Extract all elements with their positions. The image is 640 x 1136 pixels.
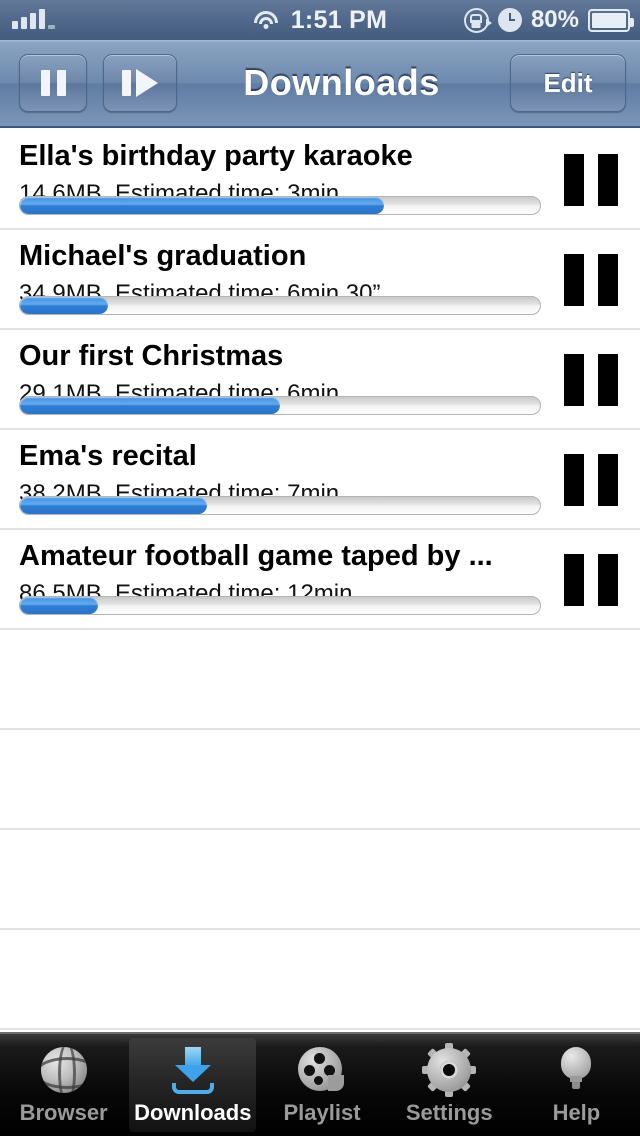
progress-bar [19, 396, 541, 415]
app-screen: 1:51 PM 80% Downloads Edit Ella's birthd… [0, 0, 640, 1136]
pause-icon[interactable] [564, 154, 618, 206]
download-title: Our first Christmas [19, 340, 284, 371]
progress-bar [19, 196, 541, 215]
empty-row [0, 630, 640, 730]
empty-row [0, 830, 640, 930]
status-bar-clock: 1:51 PM [290, 5, 388, 34]
tab-bar: Browser Downloads Playlist Settings Help [0, 1032, 640, 1136]
resume-icon [122, 70, 131, 96]
pause-icon[interactable] [564, 454, 618, 506]
tab-downloads[interactable]: Downloads [129, 1038, 257, 1132]
globe-icon [37, 1045, 91, 1095]
progress-bar [19, 296, 541, 315]
empty-rows-container [0, 630, 640, 1030]
pause-icon[interactable] [564, 254, 618, 306]
edit-button[interactable]: Edit [510, 54, 626, 112]
empty-row [0, 930, 640, 1030]
download-info: Michael's graduation 34.9MB, Estimated t… [19, 230, 541, 330]
tab-browser[interactable]: Browser [0, 1034, 127, 1136]
tab-label: Browser [19, 1099, 108, 1125]
pause-icon[interactable] [564, 554, 618, 606]
tab-settings[interactable]: Settings [386, 1034, 513, 1136]
table-row[interactable]: Our first Christmas 29.1MB, Estimated ti… [0, 330, 640, 430]
pause-all-button[interactable] [19, 54, 87, 112]
pause-icon [40, 70, 50, 96]
progress-fill [20, 297, 109, 314]
battery-percent-label: 80% [530, 6, 579, 33]
battery-icon [588, 8, 634, 32]
download-info: Ema's recital 38.2MB, Estimated time: 7m… [19, 430, 541, 530]
progress-bar [19, 596, 541, 615]
downloads-list[interactable]: Ella's birthday party karaoke 14.6MB, Es… [0, 130, 640, 1032]
tab-help[interactable]: Help [513, 1034, 640, 1136]
download-title: Amateur football game taped by ... [19, 540, 493, 571]
table-row[interactable]: Ema's recital 38.2MB, Estimated time: 7m… [0, 430, 640, 530]
pause-icon[interactable] [564, 354, 618, 406]
progress-fill [20, 197, 384, 214]
tab-label: Playlist [283, 1099, 361, 1125]
progress-bar [19, 496, 541, 515]
edit-button-label: Edit [543, 67, 593, 98]
empty-row [0, 730, 640, 830]
resume-all-button[interactable] [103, 54, 177, 112]
status-bar: 1:51 PM 80% [0, 0, 640, 40]
download-arrow-icon [166, 1045, 220, 1095]
page-title: Downloads [243, 62, 440, 103]
navigation-bar: Downloads Edit [0, 40, 640, 128]
table-row[interactable]: Amateur football game taped by ... 86.5M… [0, 530, 640, 630]
tab-label: Help [552, 1099, 601, 1125]
wifi-icon [253, 10, 279, 30]
gear-icon [422, 1042, 477, 1097]
tab-playlist[interactable]: Playlist [258, 1034, 385, 1136]
download-title: Ema's recital [19, 440, 197, 471]
table-row[interactable]: Michael's graduation 34.9MB, Estimated t… [0, 230, 640, 330]
alarm-clock-icon [497, 8, 522, 32]
status-bar-right: 80% [463, 0, 634, 40]
lightbulb-icon [549, 1045, 603, 1095]
download-info: Our first Christmas 29.1MB, Estimated ti… [19, 330, 541, 430]
download-title: Michael's graduation [19, 240, 307, 271]
tab-label: Settings [405, 1099, 493, 1125]
table-row[interactable]: Ella's birthday party karaoke 14.6MB, Es… [0, 130, 640, 230]
rotation-lock-icon [463, 7, 492, 33]
download-info: Ella's birthday party karaoke 14.6MB, Es… [19, 130, 541, 230]
download-info: Amateur football game taped by ... 86.5M… [19, 530, 541, 630]
progress-fill [20, 497, 208, 514]
progress-fill [20, 397, 280, 414]
tab-label: Downloads [134, 1099, 252, 1125]
film-reel-icon [295, 1045, 349, 1095]
download-title: Ella's birthday party karaoke [19, 140, 413, 171]
progress-fill [20, 597, 98, 614]
